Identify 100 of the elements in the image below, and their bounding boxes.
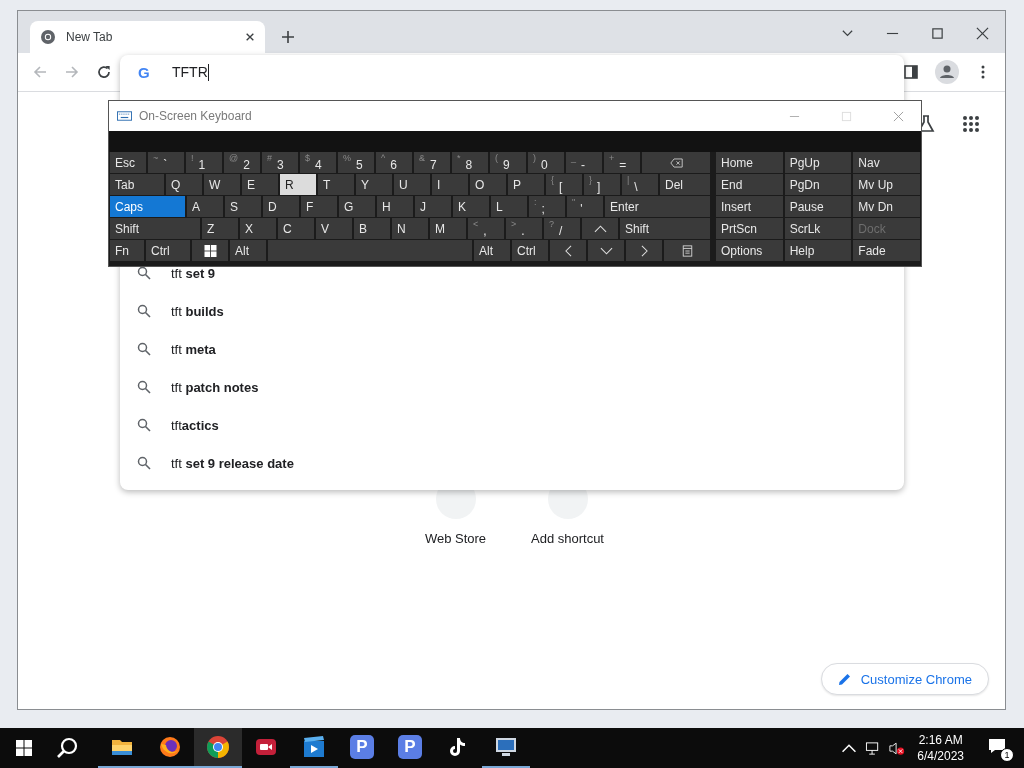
speaker-muted-icon[interactable] bbox=[889, 740, 906, 756]
key[interactable]: + = bbox=[604, 152, 640, 173]
key[interactable]: E bbox=[242, 174, 278, 195]
browser-tab[interactable]: New Tab bbox=[30, 21, 265, 53]
side-panel-icon[interactable] bbox=[903, 64, 919, 80]
key[interactable]: D bbox=[263, 196, 299, 217]
key[interactable]: ) 0 bbox=[528, 152, 564, 173]
key[interactable]: N bbox=[392, 218, 428, 239]
key[interactable]: # 3 bbox=[262, 152, 298, 173]
key[interactable]: Esc bbox=[110, 152, 146, 173]
key[interactable]: Pause bbox=[784, 196, 852, 217]
key[interactable]: G bbox=[339, 196, 375, 217]
key[interactable]: % 5 bbox=[338, 152, 374, 173]
key[interactable]: ? / bbox=[544, 218, 580, 239]
key[interactable]: ! 1 bbox=[186, 152, 222, 173]
key[interactable]: O bbox=[470, 174, 506, 195]
key[interactable]: J bbox=[415, 196, 451, 217]
key[interactable]: ( 9 bbox=[490, 152, 526, 173]
key[interactable]: T bbox=[318, 174, 354, 195]
notification-icon[interactable] bbox=[988, 738, 1006, 754]
key[interactable]: Insert bbox=[716, 196, 783, 217]
profile-icon[interactable] bbox=[935, 60, 959, 84]
key[interactable]: Del bbox=[660, 174, 710, 195]
key[interactable]: : ; bbox=[529, 196, 565, 217]
suggestion-item[interactable]: tftactics bbox=[120, 406, 904, 444]
key[interactable]: Ctrl bbox=[146, 240, 190, 261]
key[interactable]: I bbox=[432, 174, 468, 195]
key[interactable]: * 8 bbox=[452, 152, 488, 173]
suggestion-item[interactable]: tft patch notes bbox=[120, 368, 904, 406]
new-tab-icon[interactable] bbox=[281, 30, 295, 44]
shortcut-label[interactable]: Web Store bbox=[424, 531, 487, 546]
key[interactable]: Alt bbox=[230, 240, 266, 261]
key[interactable]: End bbox=[716, 174, 783, 195]
key[interactable]: Enter bbox=[605, 196, 710, 217]
taskbar-app[interactable] bbox=[194, 728, 242, 768]
key[interactable]: { [ bbox=[546, 174, 582, 195]
maximize-icon[interactable] bbox=[931, 27, 944, 40]
key[interactable]: X bbox=[240, 218, 276, 239]
key[interactable]: Shift bbox=[110, 218, 200, 239]
taskbar-app[interactable]: P bbox=[338, 728, 386, 768]
key[interactable]: Mv Dn bbox=[853, 196, 920, 217]
customize-chrome-button[interactable]: Customize Chrome bbox=[820, 663, 989, 695]
apps-grid-icon[interactable] bbox=[962, 115, 980, 133]
key[interactable]: C bbox=[278, 218, 314, 239]
key[interactable]: B bbox=[354, 218, 390, 239]
key[interactable]: " ' bbox=[567, 196, 603, 217]
key[interactable]: P bbox=[508, 174, 544, 195]
key[interactable]: PrtScn bbox=[716, 218, 783, 239]
key[interactable]: Fade bbox=[853, 240, 920, 261]
key[interactable]: PgDn bbox=[784, 174, 852, 195]
key[interactable]: > . bbox=[506, 218, 542, 239]
shortcut-label[interactable]: Add shortcut bbox=[531, 531, 604, 546]
key[interactable]: Alt bbox=[474, 240, 510, 261]
suggestion-item[interactable]: tft meta bbox=[120, 330, 904, 368]
key[interactable]: M bbox=[430, 218, 466, 239]
key[interactable]: K bbox=[453, 196, 489, 217]
key[interactable]: Z bbox=[202, 218, 238, 239]
key[interactable]: < , bbox=[468, 218, 504, 239]
clock-date[interactable]: 6/4/2023 bbox=[917, 749, 964, 763]
key[interactable]: Tab bbox=[110, 174, 164, 195]
key[interactable]: Ctrl bbox=[512, 240, 548, 261]
key[interactable]: Q bbox=[166, 174, 202, 195]
key[interactable]: | \ bbox=[622, 174, 658, 195]
key[interactable]: Shift bbox=[620, 218, 710, 239]
reload-icon[interactable] bbox=[96, 64, 112, 80]
taskbar-app[interactable]: P bbox=[386, 728, 434, 768]
key[interactable]: } ] bbox=[584, 174, 620, 195]
key[interactable]: R bbox=[280, 174, 316, 195]
key[interactable]: V bbox=[316, 218, 352, 239]
search-icon[interactable] bbox=[56, 737, 78, 759]
key[interactable]: ~ ` bbox=[148, 152, 184, 173]
key[interactable]: Nav bbox=[853, 152, 920, 173]
suggestion-item[interactable]: tft set 9 release date bbox=[120, 444, 904, 482]
key[interactable]: PgUp bbox=[784, 152, 852, 173]
key[interactable]: Home bbox=[716, 152, 783, 173]
key[interactable]: W bbox=[204, 174, 240, 195]
key[interactable]: U bbox=[394, 174, 430, 195]
windows-start-icon[interactable] bbox=[16, 740, 32, 756]
key[interactable]: _ - bbox=[566, 152, 602, 173]
key[interactable]: Y bbox=[356, 174, 392, 195]
key[interactable]: $ 4 bbox=[300, 152, 336, 173]
key[interactable]: Fn bbox=[110, 240, 144, 261]
key[interactable]: ScrLk bbox=[784, 218, 852, 239]
key[interactable]: A bbox=[187, 196, 223, 217]
key[interactable]: Mv Up bbox=[853, 174, 920, 195]
close-icon[interactable] bbox=[976, 27, 989, 40]
clock-time[interactable]: 2:16 AM bbox=[918, 733, 963, 747]
key[interactable]: F bbox=[301, 196, 337, 217]
key[interactable]: Caps bbox=[110, 196, 185, 217]
key[interactable]: ^ 6 bbox=[376, 152, 412, 173]
key[interactable]: L bbox=[491, 196, 527, 217]
key[interactable] bbox=[192, 240, 228, 261]
close-icon[interactable] bbox=[245, 32, 255, 42]
key[interactable]: Options bbox=[716, 240, 783, 261]
key[interactable]: & 7 bbox=[414, 152, 450, 173]
suggestion-item[interactable]: tft builds bbox=[120, 292, 904, 330]
key[interactable]: Help bbox=[784, 240, 852, 261]
key[interactable]: @ 2 bbox=[224, 152, 260, 173]
address-field[interactable]: TFTR bbox=[172, 63, 209, 81]
key[interactable]: H bbox=[377, 196, 413, 217]
